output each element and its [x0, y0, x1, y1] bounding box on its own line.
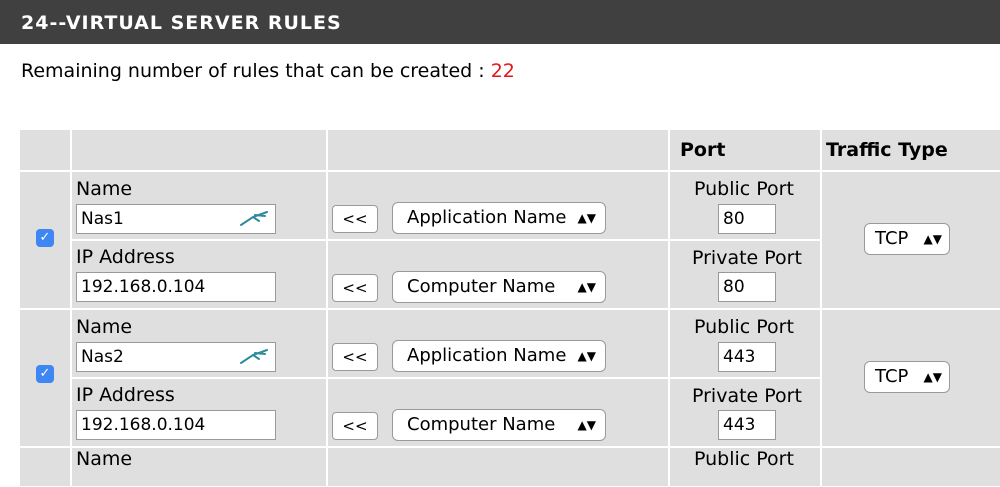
- rule1-traffic-cell: TCP ▲▼: [821, 171, 1000, 309]
- rule2-checkbox-cell: ✓: [19, 309, 71, 447]
- rule1-name-label: Name: [76, 178, 133, 200]
- rule1-computer-select[interactable]: Computer Name ▲▼: [392, 271, 606, 303]
- rule2-app-cell: << Application Name ▲▼: [327, 309, 669, 378]
- rule3-public-port-label: Public Port: [694, 448, 794, 470]
- rule2-ip-cell: IP Address 192.168.0.104: [71, 378, 327, 447]
- header-selector-cell: [327, 129, 669, 171]
- rule2-traffic-cell: TCP ▲▼: [821, 309, 1000, 447]
- rule1-ip-label: IP Address: [76, 246, 175, 268]
- rule2-public-port-label: Public Port: [694, 316, 794, 338]
- rule1-checkbox-cell: ✓: [19, 171, 71, 309]
- rule2-traffic-value: TCP: [875, 366, 909, 387]
- rule1-private-port-input[interactable]: 80: [718, 272, 776, 302]
- rules-table: Port Traffic Type ✓ Name Nas1 << Applica…: [19, 129, 1000, 487]
- rule2-ip-label: IP Address: [76, 384, 175, 406]
- rule2-computer-cell: << Computer Name ▲▼: [327, 378, 669, 447]
- rule1-checkbox[interactable]: ✓: [36, 229, 54, 247]
- rule1-ip-input[interactable]: 192.168.0.104: [76, 272, 276, 302]
- rule1-name-cell: Name Nas1: [71, 171, 327, 240]
- header-name-cell: [71, 129, 327, 171]
- updown-arrows-icon: ▲▼: [577, 280, 596, 294]
- remaining-label: Remaining number of rules that can be cr…: [21, 60, 491, 82]
- rule3-app-cell: [327, 447, 669, 487]
- rule2-traffic-select[interactable]: TCP ▲▼: [864, 361, 950, 393]
- rule1-computer-copy-button[interactable]: <<: [332, 274, 378, 302]
- rule1-traffic-value: TCP: [875, 228, 909, 249]
- header-port-cell: Port: [669, 129, 821, 171]
- section-title: 24--VIRTUAL SERVER RULES: [21, 12, 342, 34]
- rule2-ip-input[interactable]: 192.168.0.104: [76, 410, 276, 440]
- remaining-rules: Remaining number of rules that can be cr…: [21, 60, 515, 82]
- rule2-private-port-cell: Private Port 443: [669, 378, 821, 447]
- rule3-public-port-cell: Public Port: [669, 447, 821, 487]
- rule1-app-copy-button[interactable]: <<: [332, 205, 378, 233]
- rule1-ip-cell: IP Address 192.168.0.104: [71, 240, 327, 309]
- rule1-public-port-label: Public Port: [694, 178, 794, 200]
- rule1-application-select-value: Application Name: [407, 207, 567, 228]
- rule3-name-cell: Name: [71, 447, 327, 487]
- header-traffic-cell: Traffic Type: [821, 129, 1000, 171]
- rule1-public-port-input[interactable]: 80: [718, 204, 776, 234]
- updown-arrows-icon: ▲▼: [577, 418, 596, 432]
- updown-arrows-icon: ▲▼: [577, 349, 596, 363]
- runner-icon: [240, 211, 268, 226]
- rule2-app-copy-button[interactable]: <<: [332, 343, 378, 371]
- remaining-count: 22: [490, 60, 515, 82]
- rule2-computer-copy-button[interactable]: <<: [332, 412, 378, 440]
- updown-arrows-icon: ▲▼: [577, 211, 596, 225]
- rule2-checkbox[interactable]: ✓: [36, 365, 54, 383]
- rule3-traffic-cell: [821, 447, 1000, 487]
- updown-arrows-icon: ▲▼: [923, 232, 942, 246]
- rule2-name-cell: Name Nas2: [71, 309, 327, 378]
- rule1-app-cell: << Application Name ▲▼: [327, 171, 669, 240]
- rule1-public-port-cell: Public Port 80: [669, 171, 821, 240]
- header-traffic-type: Traffic Type: [826, 139, 948, 161]
- rule1-private-port-cell: Private Port 80: [669, 240, 821, 309]
- check-icon: ✓: [39, 366, 51, 381]
- header-port: Port: [680, 139, 726, 161]
- rule2-private-port-label: Private Port: [692, 385, 802, 407]
- rule1-traffic-select[interactable]: TCP ▲▼: [864, 223, 950, 255]
- rule2-private-port-input[interactable]: 443: [718, 410, 776, 440]
- rule3-name-label: Name: [76, 448, 133, 470]
- rule2-computer-select-value: Computer Name: [407, 414, 556, 435]
- runner-icon: [240, 349, 268, 364]
- updown-arrows-icon: ▲▼: [923, 370, 942, 384]
- rule3-checkbox-cell: [19, 447, 71, 487]
- rule1-computer-select-value: Computer Name: [407, 276, 556, 297]
- rule2-computer-select[interactable]: Computer Name ▲▼: [392, 409, 606, 441]
- section-header: 24--VIRTUAL SERVER RULES: [0, 0, 1000, 44]
- rule2-name-label: Name: [76, 316, 133, 338]
- rule1-computer-cell: << Computer Name ▲▼: [327, 240, 669, 309]
- rule2-public-port-input[interactable]: 443: [718, 342, 776, 372]
- header-checkbox-cell: [19, 129, 71, 171]
- rule2-application-select-value: Application Name: [407, 345, 567, 366]
- rule2-public-port-cell: Public Port 443: [669, 309, 821, 378]
- check-icon: ✓: [39, 230, 51, 245]
- rule1-private-port-label: Private Port: [692, 247, 802, 269]
- rule1-application-select[interactable]: Application Name ▲▼: [392, 202, 606, 234]
- rule2-application-select[interactable]: Application Name ▲▼: [392, 340, 606, 372]
